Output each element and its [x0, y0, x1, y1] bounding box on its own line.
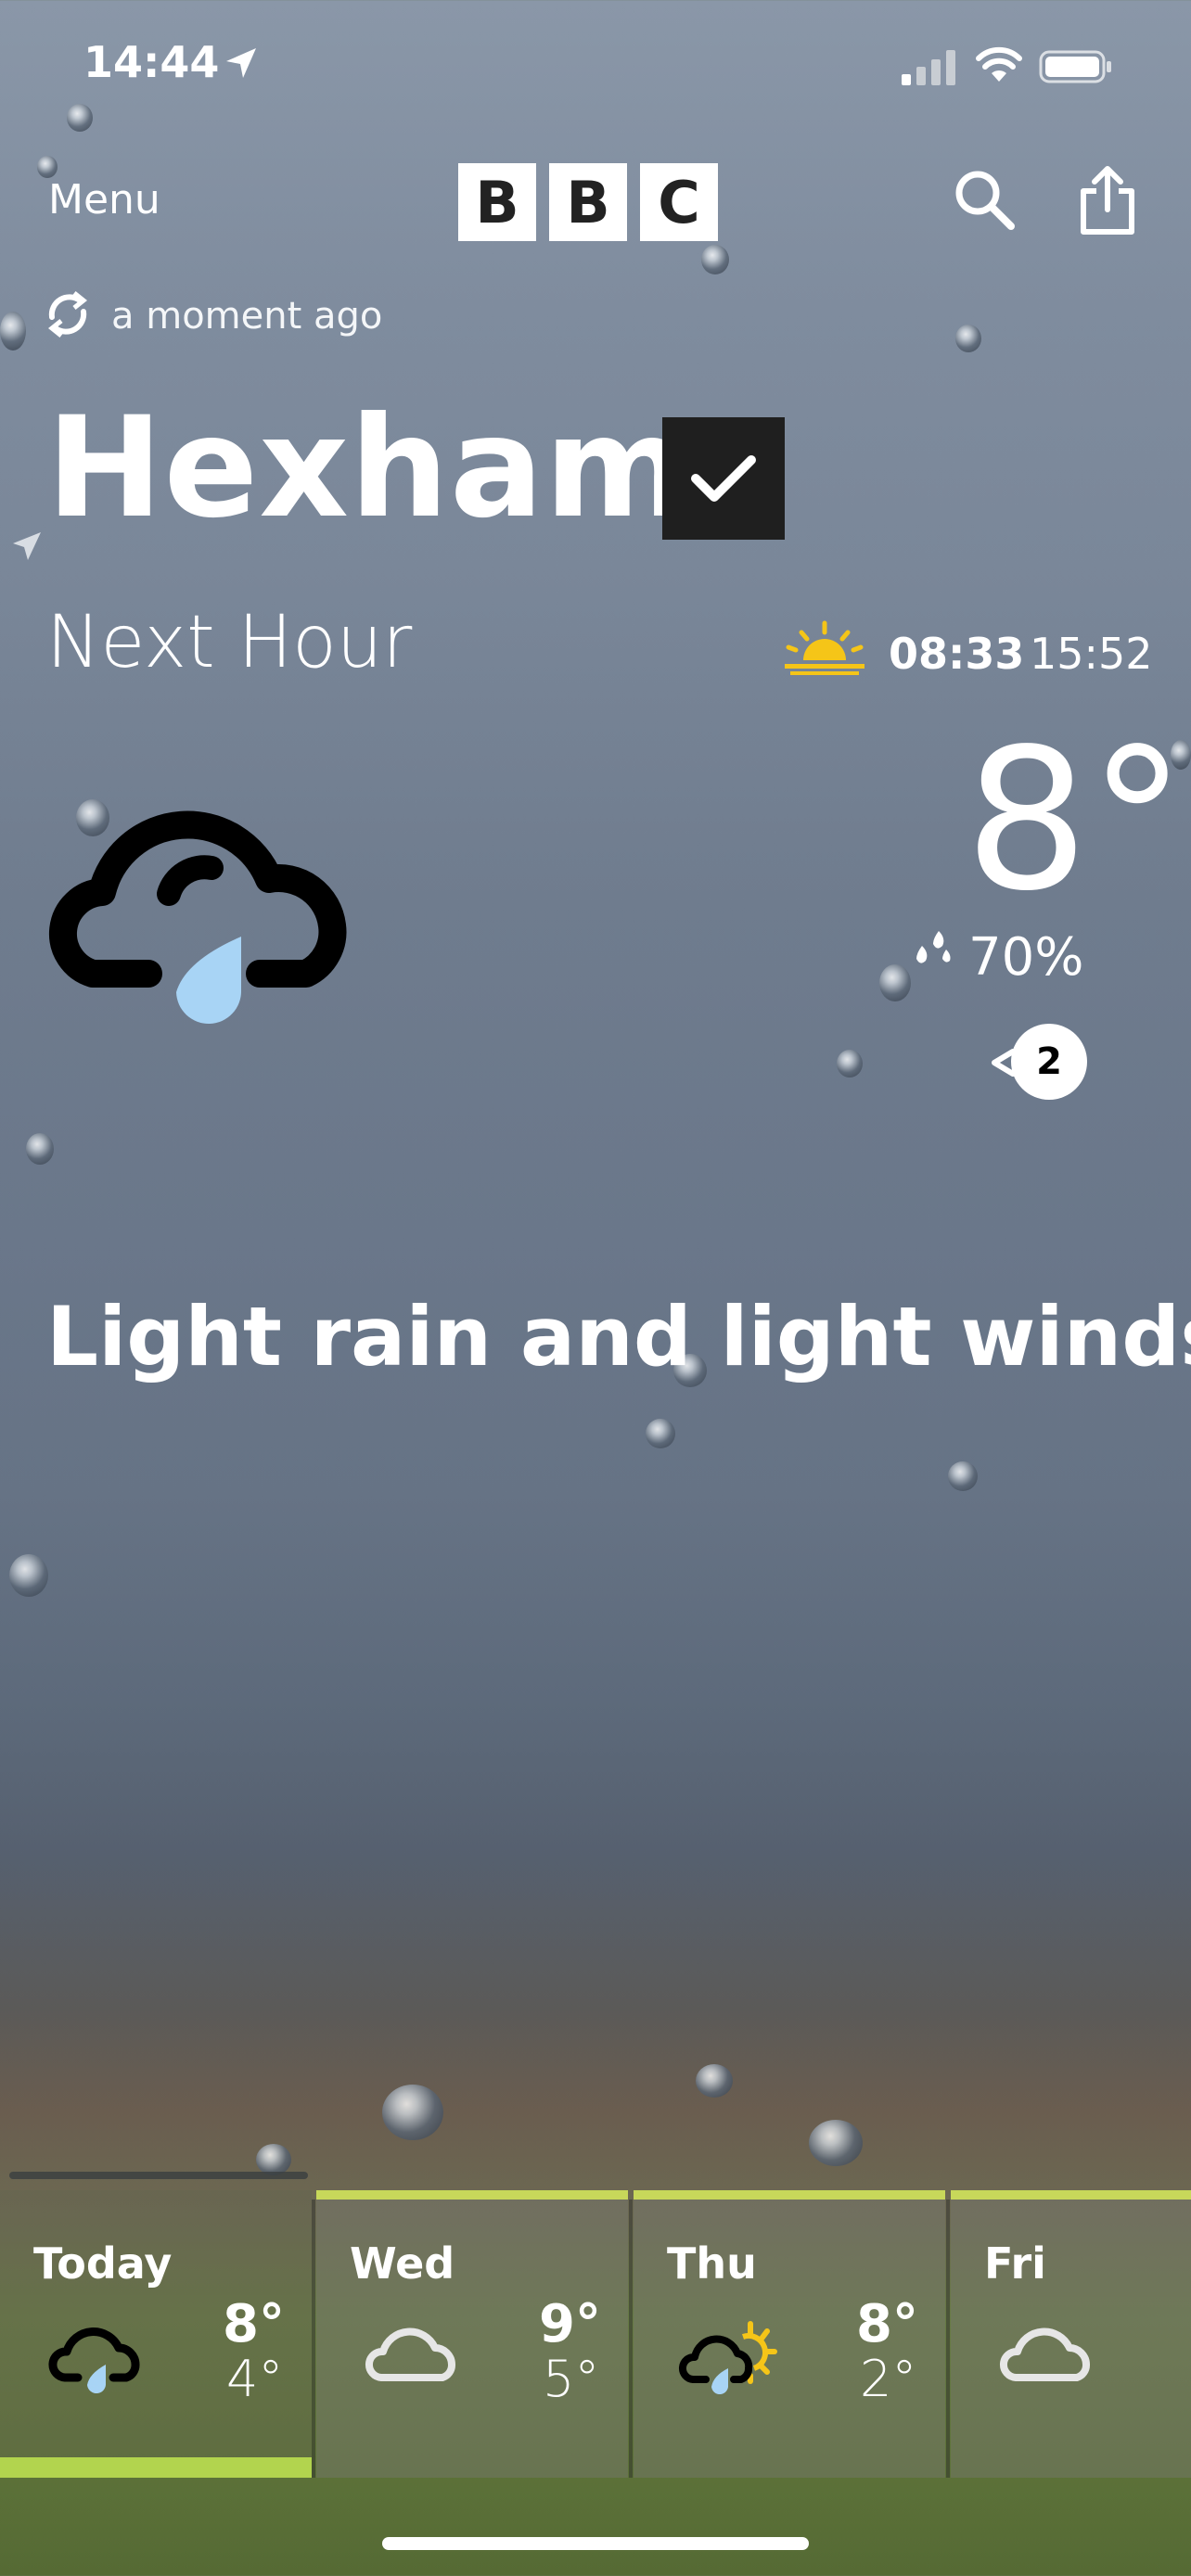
bbc-logo: B B C	[458, 163, 718, 241]
forecast-day-name: Today	[33, 2238, 173, 2289]
raindrop	[256, 2144, 291, 2175]
checkmark-icon	[691, 455, 756, 502]
forecast-high: 8°	[223, 2294, 285, 2354]
day-divider	[946, 2200, 950, 2478]
light-rain-cloud-icon	[49, 810, 347, 1025]
forecast-scroll-indicator	[9, 2172, 308, 2179]
raindrop	[696, 2064, 733, 2098]
precipitation-chance: 70%	[968, 927, 1084, 988]
logo-letter: C	[640, 163, 718, 241]
raindrop	[948, 1461, 978, 1491]
location-title: Hexham	[46, 388, 691, 549]
logo-letter: B	[458, 163, 536, 241]
forecast-low: 2°	[860, 2350, 917, 2408]
search-icon[interactable]	[952, 167, 1017, 232]
sunrise-time: 08:33	[889, 629, 1025, 679]
raindrop	[837, 1050, 863, 1078]
period-label: Next Hour	[46, 601, 413, 684]
day-divider	[629, 2200, 633, 2478]
raindrop	[26, 1133, 54, 1165]
save-location-button[interactable]	[662, 417, 785, 540]
forecast-day-name: Wed	[350, 2238, 455, 2289]
forecast-low: 4°	[226, 2350, 284, 2408]
weather-summary: Light rain and light winds	[46, 1289, 1191, 1384]
raindrop	[9, 1554, 48, 1597]
current-temperature: 8°	[965, 707, 1186, 934]
forecast-day-today[interactable]: Today 8° 4°	[0, 2190, 312, 2478]
daily-forecast-strip[interactable]: Today 8° 4° Wed 9° 5° Thu 8° 2° Fri	[0, 2190, 1191, 2478]
home-indicator[interactable]	[382, 2537, 809, 2550]
forecast-low: 5°	[543, 2350, 600, 2408]
cellular-signal-icon	[902, 50, 955, 85]
cloud-icon	[999, 2327, 1090, 2381]
sun-cloud-rain-icon	[679, 2321, 777, 2395]
forecast-day-name: Fri	[984, 2238, 1046, 2289]
refresh-icon[interactable]	[43, 289, 93, 339]
raindrop	[67, 104, 93, 132]
forecast-high: 8°	[856, 2294, 918, 2354]
raindrop	[701, 245, 729, 274]
location-arrow-icon	[226, 48, 256, 78]
raindrop	[382, 2085, 443, 2140]
day-top-bar	[316, 2190, 628, 2200]
day-top-bar	[951, 2190, 1191, 2200]
raindrop	[646, 1419, 675, 1448]
raindrop	[809, 2120, 863, 2166]
forecast-day-wed[interactable]: Wed 9° 5°	[316, 2190, 628, 2478]
raindrop	[0, 312, 26, 351]
day-top-bar	[634, 2190, 945, 2200]
precipitation-icon	[916, 931, 951, 963]
forecast-day-name: Thu	[667, 2238, 757, 2289]
forecast-high: 9°	[539, 2294, 601, 2354]
sunrise-icon	[785, 620, 864, 675]
forecast-day-fri[interactable]: Fri	[951, 2190, 1191, 2478]
wifi-icon	[976, 46, 1022, 82]
selected-day-indicator	[0, 2457, 312, 2478]
sunset-time: 15:52	[1030, 629, 1153, 679]
raindrop	[955, 325, 981, 352]
day-divider	[312, 2200, 315, 2478]
raindrop	[37, 156, 58, 178]
last-updated-text: a moment ago	[111, 295, 383, 338]
battery-icon	[1039, 50, 1111, 83]
location-arrow-icon	[13, 532, 41, 560]
wind-speed-badge: 2	[1011, 1024, 1087, 1100]
cloud-icon	[365, 2327, 455, 2381]
status-time: 14:44	[83, 37, 220, 87]
logo-letter: B	[549, 163, 627, 241]
menu-button[interactable]: Menu	[48, 176, 160, 223]
share-icon[interactable]	[1076, 165, 1139, 236]
light-rain-cloud-icon	[48, 2327, 140, 2394]
forecast-day-thu[interactable]: Thu 8° 2°	[634, 2190, 945, 2478]
